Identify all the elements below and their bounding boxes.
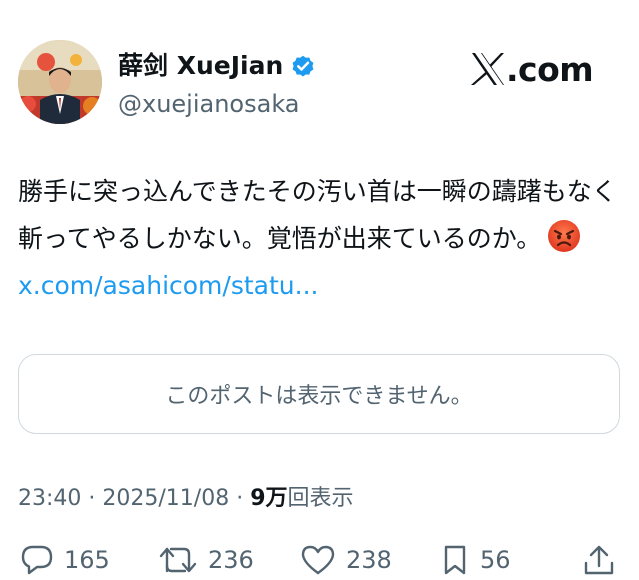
- tweet-date[interactable]: 2025/11/08: [102, 486, 229, 511]
- author-handle[interactable]: @xuejianosaka: [118, 88, 458, 120]
- bookmark-count: 56: [480, 546, 511, 574]
- like-button[interactable]: 238: [300, 540, 392, 580]
- verified-badge-icon: [290, 53, 316, 79]
- tweet-body: 勝手に突っ込んできたその汚い首は一瞬の躊躇もなく斬ってやるしかない。覚悟が出来て…: [18, 168, 624, 309]
- reply-button[interactable]: 165: [20, 540, 110, 580]
- site-domain-label: .com: [506, 49, 594, 89]
- site-badge: .com: [470, 46, 594, 92]
- meta-separator: ·: [229, 486, 251, 511]
- tweet-meta: 23:40 · 2025/11/08 · 9万回表示: [18, 480, 354, 512]
- views-count: 9万: [250, 486, 288, 511]
- tweet-header: 薛剑 XueJian @xuejianosaka .com: [18, 40, 618, 130]
- author-block: 薛剑 XueJian @xuejianosaka: [118, 48, 458, 120]
- bookmark-button[interactable]: 56: [440, 540, 511, 580]
- like-count: 238: [346, 546, 392, 574]
- heart-icon: [301, 545, 335, 575]
- quoted-post-unavailable: このポストは表示できません。: [18, 354, 620, 434]
- share-button[interactable]: [582, 540, 616, 580]
- repost-count: 236: [208, 546, 254, 574]
- tweet-time[interactable]: 23:40: [18, 486, 81, 511]
- author-display-name[interactable]: 薛剑 XueJian: [118, 50, 283, 82]
- repost-icon: [159, 547, 197, 573]
- meta-separator: ·: [81, 486, 103, 511]
- angry-face-emoji: [547, 219, 581, 253]
- reply-icon: [21, 545, 53, 575]
- quoted-post-unavailable-text: このポストは表示できません。: [165, 384, 473, 409]
- tweet-text: 勝手に突っ込んできたその汚い首は一瞬の躊躇もなく斬ってやるしかない。覚悟が出来て…: [18, 177, 617, 253]
- bookmark-icon: [444, 545, 466, 575]
- repost-button[interactable]: 236: [158, 540, 254, 580]
- tweet-link[interactable]: x.com/asahicom/statu...: [18, 271, 318, 300]
- avatar[interactable]: [18, 40, 102, 124]
- views-label: 回表示: [287, 486, 354, 511]
- reply-count: 165: [64, 546, 110, 574]
- share-icon: [584, 545, 614, 575]
- x-logo-icon: [470, 52, 506, 86]
- tweet-actions: 165 236 238 56: [18, 540, 624, 580]
- avatar-photo: [18, 40, 102, 124]
